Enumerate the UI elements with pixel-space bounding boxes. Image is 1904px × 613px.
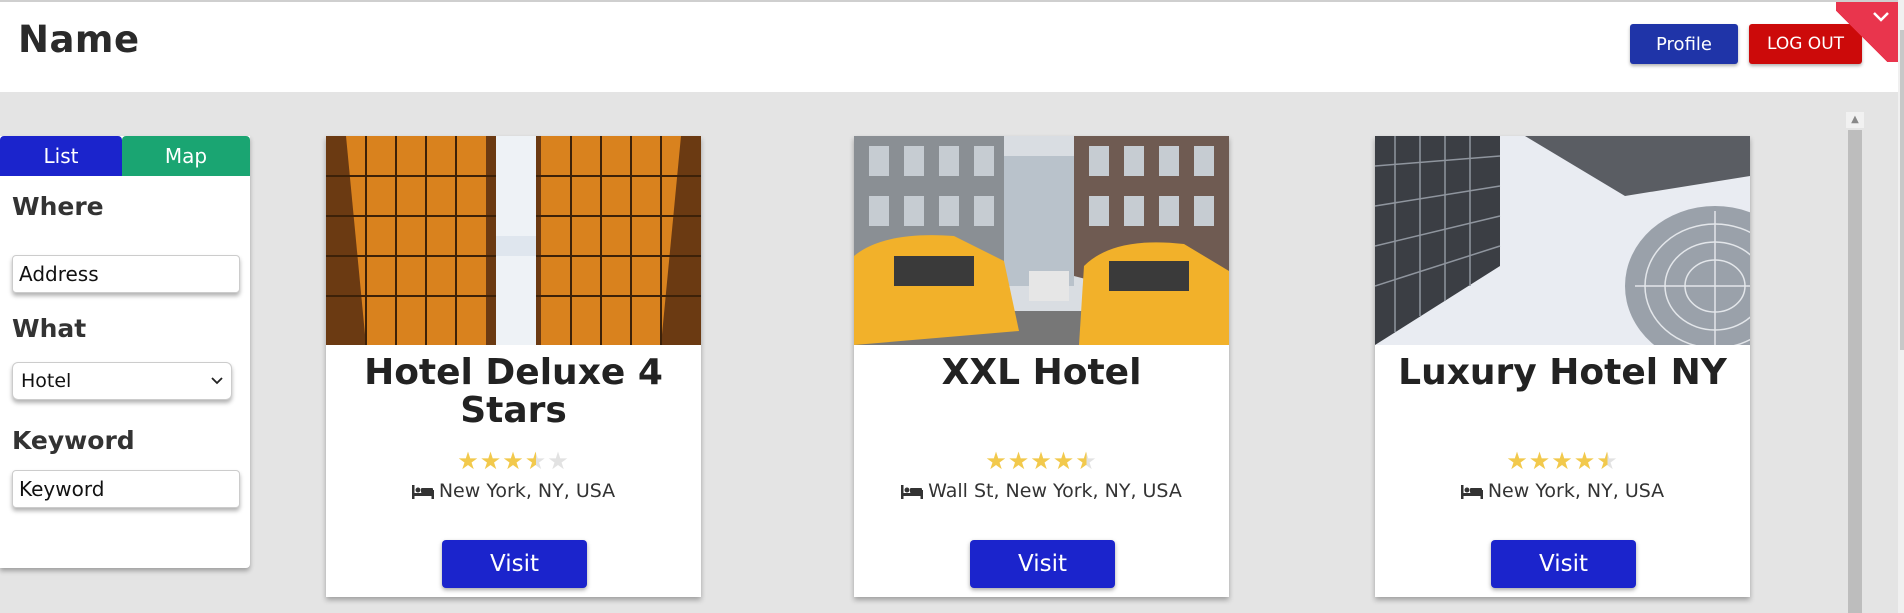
search-sidebar: List Map Where What Hotel Keyword	[0, 136, 250, 568]
bed-icon	[1460, 482, 1483, 504]
corner-menu-ribbon[interactable]	[1836, 2, 1904, 62]
tab-map[interactable]: Map	[122, 136, 250, 176]
star-rating: ★★★★★	[326, 448, 701, 474]
star-icon: ★	[457, 447, 480, 475]
hotel-title: Luxury Hotel NY	[1398, 352, 1727, 393]
star-half-icon: ★	[1075, 447, 1098, 475]
star-icon: ★	[1506, 447, 1529, 475]
scroll-up-arrow-icon[interactable]: ▲	[1846, 112, 1864, 128]
star-icon: ★	[1551, 447, 1574, 475]
star-icon: ★	[1007, 447, 1031, 475]
chevron-down-icon[interactable]	[1872, 6, 1890, 26]
star-half-icon: ★	[1596, 447, 1619, 475]
hotel-location: Wall St, New York, NY, USA	[854, 480, 1229, 504]
results-scrollbar[interactable]: ▲	[1846, 108, 1864, 613]
hotel-image	[1375, 136, 1750, 345]
star-empty-icon: ★	[547, 447, 570, 475]
star-half-icon: ★	[524, 447, 548, 475]
star-rating: ★★★★★	[854, 448, 1229, 474]
visit-button[interactable]: Visit	[442, 540, 587, 588]
category-select[interactable]: Hotel	[12, 362, 232, 400]
profile-button[interactable]: Profile	[1630, 24, 1738, 64]
star-icon: ★	[479, 447, 503, 475]
hotel-location-text: New York, NY, USA	[438, 480, 616, 502]
hotel-card: Hotel Deluxe 4 Stars ★★★★★ New York, NY,…	[326, 136, 701, 597]
chevron-down-icon	[211, 373, 223, 389]
visit-button[interactable]: Visit	[970, 540, 1115, 588]
hotel-card: XXL Hotel ★★★★★ Wall St, New York, NY, U…	[854, 136, 1229, 597]
hotel-location: New York, NY, USA	[326, 480, 701, 504]
hotel-location: New York, NY, USA	[1375, 480, 1750, 504]
keyword-label: Keyword	[12, 426, 135, 455]
star-icon: ★	[1030, 447, 1053, 475]
bed-icon	[901, 482, 924, 504]
star-icon: ★	[1573, 447, 1597, 475]
star-icon: ★	[502, 447, 525, 475]
where-label: Where	[12, 192, 104, 221]
top-bar: Name Profile LOG OUT	[0, 0, 1904, 92]
hotel-title: XXL Hotel	[941, 352, 1142, 393]
hotel-title: Hotel Deluxe 4 Stars	[364, 352, 663, 431]
category-select-value: Hotel	[21, 370, 72, 392]
hotel-image	[854, 136, 1229, 345]
star-icon: ★	[1052, 447, 1076, 475]
address-input[interactable]	[12, 255, 240, 293]
keyword-input[interactable]	[12, 470, 240, 508]
hotel-location-text: Wall St, New York, NY, USA	[928, 480, 1182, 502]
visit-button[interactable]: Visit	[1491, 540, 1636, 588]
scroll-thumb[interactable]	[1848, 130, 1862, 613]
what-label: What	[12, 314, 87, 343]
hotel-image	[326, 136, 701, 345]
app-title: Name	[18, 18, 140, 61]
page-scroll-thumb[interactable]	[1900, 30, 1904, 350]
bed-icon	[411, 482, 434, 504]
star-icon: ★	[1528, 447, 1552, 475]
star-icon: ★	[985, 447, 1008, 475]
hotel-card: Luxury Hotel NY ★★★★★ New York, NY, USA …	[1375, 136, 1750, 597]
tab-list[interactable]: List	[0, 136, 122, 176]
star-rating: ★★★★★	[1375, 448, 1750, 474]
hotel-location-text: New York, NY, USA	[1487, 480, 1665, 502]
